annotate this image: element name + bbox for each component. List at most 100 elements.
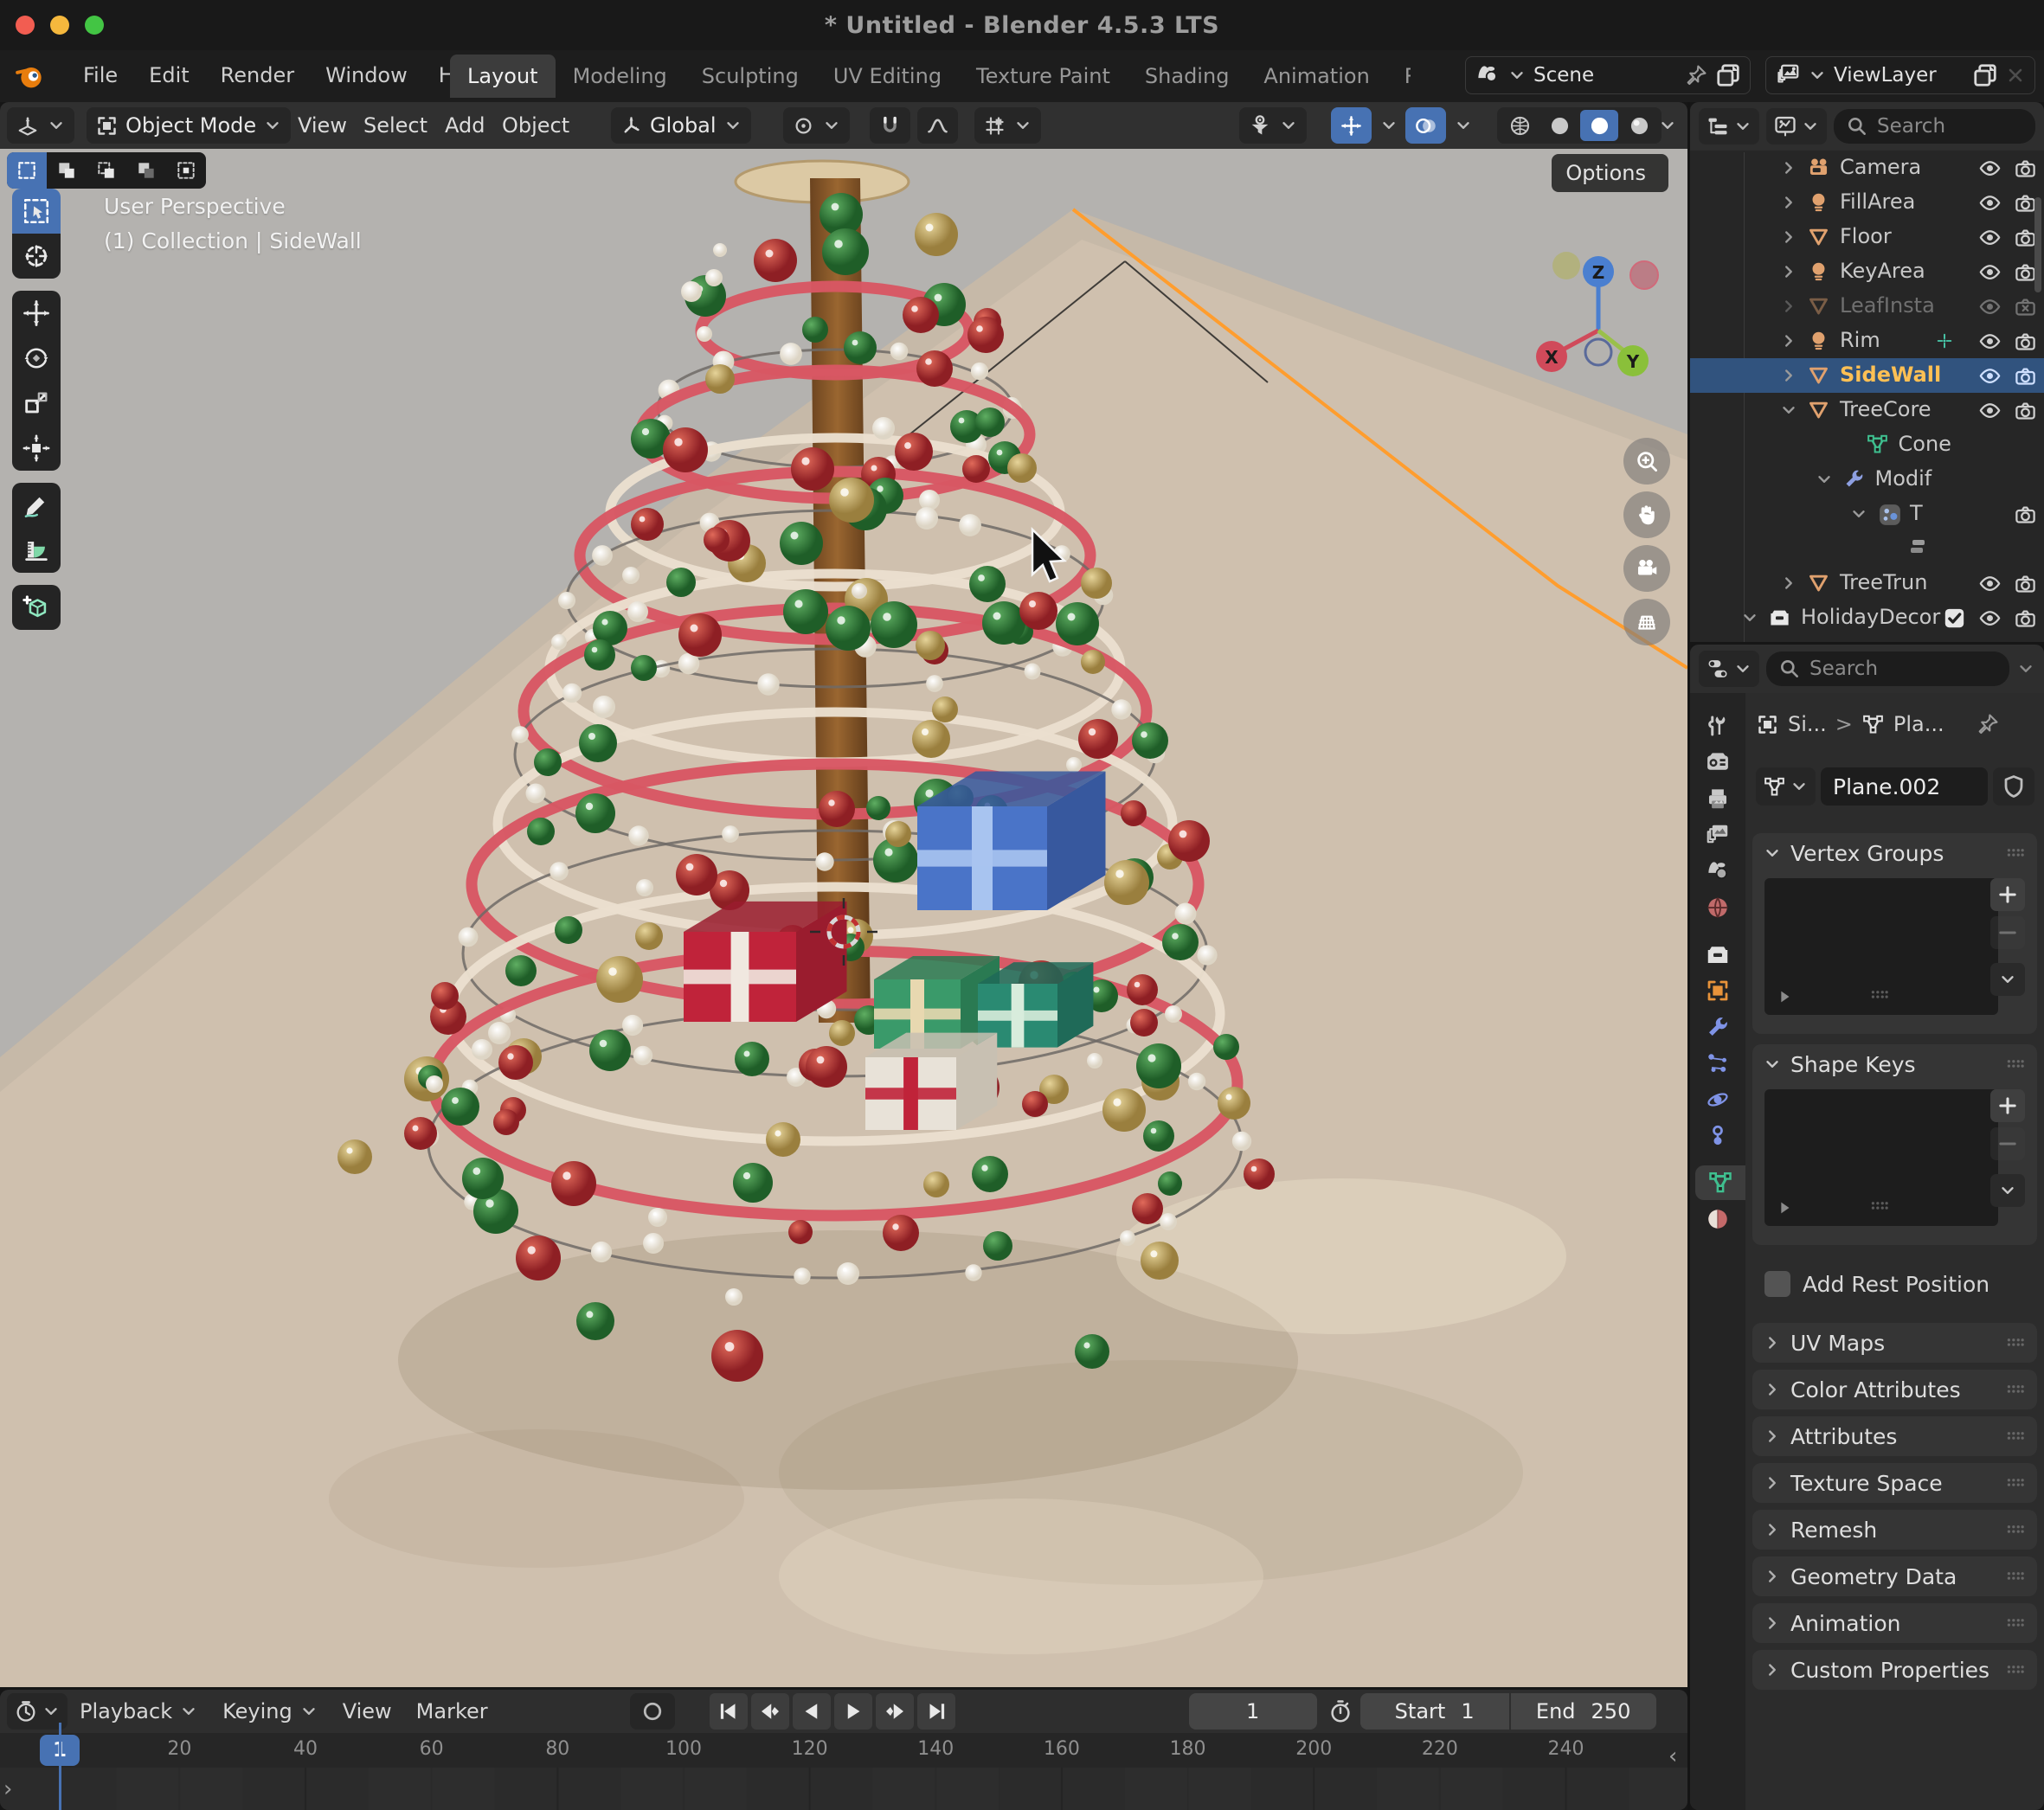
panel-header[interactable]: Texture Space: [1752, 1463, 2037, 1503]
outliner-item-label[interactable]: Camera: [1840, 155, 1921, 179]
properties-tab-particles[interactable]: [1690, 1046, 1745, 1081]
panel-grip-icon[interactable]: [2004, 1425, 2027, 1447]
properties-tab-constraints[interactable]: [1690, 1119, 1745, 1153]
properties-tab-modifiers[interactable]: [1690, 1010, 1745, 1044]
properties-search-input[interactable]: Search: [1766, 651, 2009, 686]
chevron-down-icon[interactable]: [1740, 608, 1759, 627]
tool-annotate[interactable]: [12, 483, 61, 528]
outliner-item-sidewall[interactable]: SideWall: [1690, 358, 2044, 393]
properties-tab-tool[interactable]: [1690, 709, 1745, 743]
play-reverse-button[interactable]: [793, 1693, 831, 1730]
shading-wireframe-button[interactable]: [1501, 110, 1539, 141]
properties-tab-render[interactable]: [1690, 745, 1745, 780]
viewport-menu-view[interactable]: View: [291, 107, 354, 144]
outliner-item-leafinsta[interactable]: LeafInsta: [1690, 289, 2044, 324]
panel-grip-icon[interactable]: [2004, 842, 2027, 864]
select-mode-set[interactable]: [7, 152, 47, 189]
play-button[interactable]: [834, 1693, 872, 1730]
tool-cursor[interactable]: [12, 234, 61, 279]
new-scene-icon[interactable]: [1715, 62, 1741, 88]
outliner-item-keyarea[interactable]: KeyArea: [1690, 254, 2044, 289]
vertex-group-remove-button[interactable]: [1990, 916, 2025, 949]
outliner-item-camera[interactable]: Camera: [1690, 151, 2044, 185]
properties-tab-output[interactable]: [1690, 781, 1745, 816]
next-keyframe-button[interactable]: [876, 1693, 914, 1730]
outliner-scrollbar[interactable]: [2034, 197, 2041, 292]
menu-window[interactable]: Window: [310, 53, 423, 98]
chevron-right-icon[interactable]: [1779, 366, 1798, 385]
panel-header[interactable]: Animation: [1752, 1603, 2037, 1643]
outliner-item-label[interactable]: Cone: [1899, 432, 1951, 456]
hide-viewport-eye-icon[interactable]: [1978, 295, 2002, 318]
disable-render-camera-icon[interactable]: [2014, 330, 2037, 353]
hide-viewport-eye-icon[interactable]: [1978, 607, 2002, 630]
proportional-falloff-button[interactable]: [917, 107, 958, 144]
tool-measure[interactable]: [12, 528, 61, 573]
hide-viewport-eye-icon[interactable]: [1978, 641, 2002, 643]
select-mode-subtract[interactable]: [87, 152, 126, 189]
chevron-down-icon[interactable]: [1849, 504, 1868, 523]
panel-uv-maps[interactable]: UV Maps: [1752, 1323, 2037, 1363]
shape-key-remove-button[interactable]: [1990, 1127, 2025, 1160]
outliner-item-treetrun[interactable]: TreeTrun: [1690, 566, 2044, 600]
hide-viewport-eye-icon[interactable]: [1978, 226, 2002, 249]
panel-remesh[interactable]: Remesh: [1752, 1510, 2037, 1550]
viewlayer-selector[interactable]: ViewLayer: [1765, 56, 2035, 94]
timeline-keyframe-area[interactable]: [0, 1768, 1687, 1810]
outliner-item-label[interactable]: KeyArea: [1840, 259, 1925, 283]
workspace-tab-shading[interactable]: Shading: [1128, 55, 1247, 98]
disable-render-camera-icon[interactable]: [2014, 399, 2037, 422]
auto-keying-button[interactable]: [630, 1693, 675, 1730]
workspace-tab-modeling[interactable]: Modeling: [556, 55, 685, 98]
jump-to-end-button[interactable]: [917, 1693, 955, 1730]
object-visibility-button[interactable]: [1239, 107, 1307, 144]
hide-viewport-eye-icon[interactable]: [1978, 330, 2002, 353]
properties-editor-type-button[interactable]: [1699, 651, 1759, 687]
panel-color-attributes[interactable]: Color Attributes: [1752, 1370, 2037, 1409]
hide-viewport-eye-icon[interactable]: [1978, 399, 2002, 422]
disable-render-camera-icon[interactable]: [2014, 260, 2037, 284]
panel-grip-icon[interactable]: [2004, 1659, 2027, 1681]
fake-user-button[interactable]: [1993, 767, 2034, 806]
chevron-right-icon[interactable]: [1779, 262, 1798, 281]
panel-header[interactable]: Geometry Data: [1752, 1556, 2037, 1596]
datablock-name-field[interactable]: Plane.002: [1821, 767, 1988, 806]
shape-keys-panel-header[interactable]: Shape Keys: [1752, 1044, 2037, 1084]
panel-grip-icon[interactable]: [2004, 1053, 2027, 1075]
menu-render[interactable]: Render: [205, 53, 310, 98]
viewport-menu-object[interactable]: Object: [495, 107, 576, 144]
viewport-scene[interactable]: [0, 149, 1687, 1687]
outliner-item-label[interactable]: LeafInsta: [1840, 293, 1935, 318]
editor-type-button[interactable]: [7, 107, 74, 144]
disable-render-camera-icon[interactable]: [2014, 503, 2037, 526]
snap-settings-button[interactable]: [974, 107, 1041, 144]
tool-transform[interactable]: [12, 426, 61, 471]
hide-viewport-eye-icon[interactable]: [1978, 191, 2002, 215]
outliner-item-rim[interactable]: Rim: [1690, 324, 2044, 358]
workspace-tab-rendering[interactable]: Rendering: [1387, 55, 1411, 98]
blender-logo-icon[interactable]: [14, 59, 48, 93]
properties-tab-physics[interactable]: [1690, 1082, 1745, 1117]
disable-render-camera-icon[interactable]: [2014, 157, 2037, 180]
select-mode-extend[interactable]: [47, 152, 87, 189]
vertex-group-add-button[interactable]: [1990, 878, 2025, 911]
hide-viewport-eye-icon[interactable]: [1978, 260, 2002, 284]
panel-grip-icon[interactable]: [2004, 1612, 2027, 1634]
panel-grip-icon[interactable]: [2004, 1378, 2027, 1401]
outliner-item-label[interactable]: Rim: [1840, 328, 1880, 352]
panel-custom-properties[interactable]: Custom Properties: [1752, 1650, 2037, 1690]
chevron-down-icon[interactable]: [1779, 401, 1798, 420]
transform-orientation-selector[interactable]: Global: [611, 107, 751, 144]
panel-geometry-data[interactable]: Geometry Data: [1752, 1556, 2037, 1596]
list-grip-icon[interactable]: [1868, 984, 1891, 1006]
scene-selector[interactable]: Scene: [1465, 56, 1751, 94]
workspace-tab-layout[interactable]: Layout: [450, 55, 556, 98]
jump-to-start-button[interactable]: [710, 1693, 748, 1730]
timeline-menu-view[interactable]: View: [331, 1699, 404, 1723]
properties-tab-material[interactable]: [1690, 1202, 1745, 1236]
timeline-menu-keying[interactable]: Keying: [210, 1699, 331, 1723]
chevron-right-icon[interactable]: [1779, 193, 1798, 212]
panel-grip-icon[interactable]: [2004, 1472, 2027, 1494]
current-frame-field[interactable]: 1: [1189, 1693, 1317, 1730]
gizmo-dropdown[interactable]: [1372, 107, 1405, 144]
